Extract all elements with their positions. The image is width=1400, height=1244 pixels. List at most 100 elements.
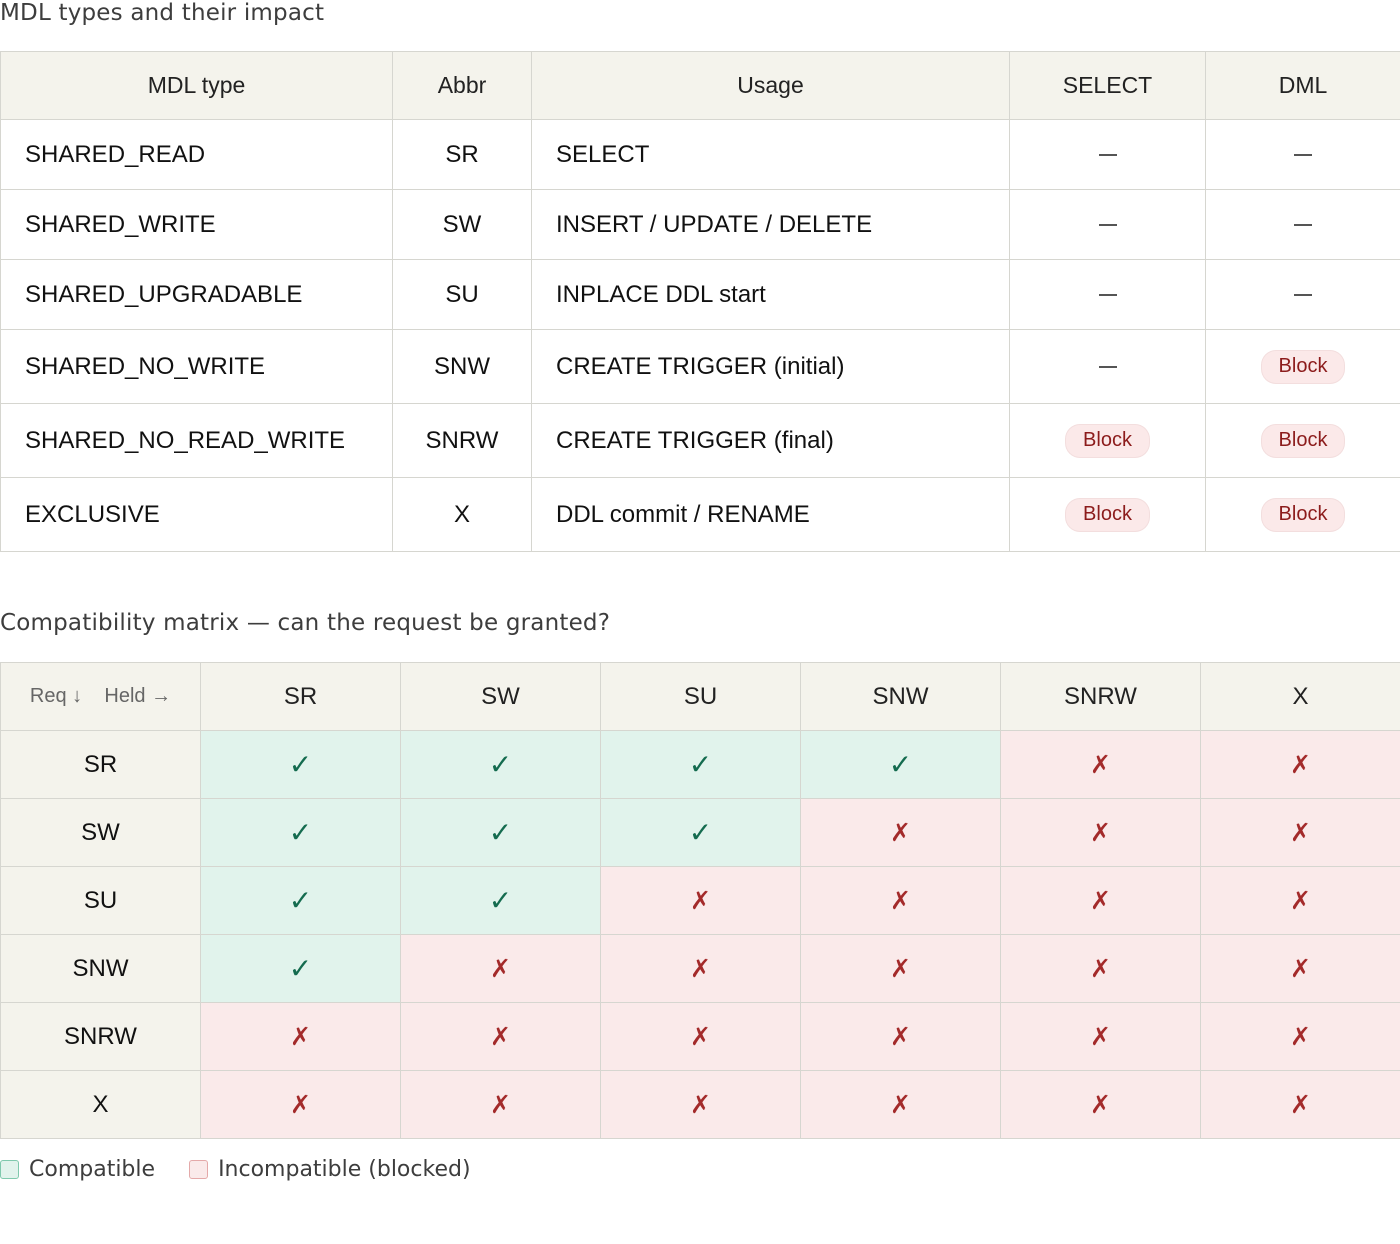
compatible-cell: ✓ (200, 934, 401, 1003)
matrix-row: SW ✓ ✓ ✓ ✗ ✗ ✗ (0, 798, 1400, 867)
no-impact-dash (1098, 294, 1117, 296)
check-icon: ✓ (288, 884, 313, 917)
incompatible-cell: ✗ (600, 1002, 801, 1071)
cross-icon: ✗ (690, 954, 711, 983)
mdl-types-table: MDL type Abbr Usage SELECT DML SHARED_RE… (0, 51, 1400, 552)
matrix-row-header: SNW (0, 934, 201, 1003)
cross-icon: ✗ (490, 1022, 511, 1051)
incompatible-cell: ✗ (200, 1002, 401, 1071)
incompatible-cell: ✗ (1200, 1002, 1400, 1071)
block-badge: Block (1261, 498, 1345, 531)
matrix-row: SR ✓ ✓ ✓ ✓ ✗ ✗ (0, 730, 1400, 799)
abbr-cell: SNW (392, 329, 532, 404)
no-impact-dash (1098, 154, 1117, 156)
cross-icon: ✗ (1090, 818, 1111, 847)
check-icon: ✓ (488, 884, 513, 917)
block-badge: Block (1066, 424, 1149, 457)
cross-icon: ✗ (490, 1090, 511, 1119)
usage-cell: DDL commit / RENAME (531, 477, 1010, 552)
legend-item-compatible: Compatible (0, 1157, 155, 1182)
check-icon: ✓ (488, 748, 513, 781)
section-title-mdl-types: MDL types and their impact (0, 0, 325, 26)
cross-icon: ✗ (1090, 1090, 1111, 1119)
no-impact-dash (1294, 154, 1312, 156)
incompatible-cell: ✗ (400, 934, 601, 1003)
incompatible-cell: ✗ (1000, 934, 1201, 1003)
check-icon: ✓ (288, 816, 313, 849)
mdl-type-cell: SHARED_NO_WRITE (0, 329, 393, 404)
mdl-table-row: SHARED_UPGRADABLE SU INPLACE DDL start (0, 259, 1400, 330)
no-impact-dash (1294, 294, 1312, 296)
dml-impact-cell (1205, 119, 1400, 190)
compatible-cell: ✓ (400, 730, 601, 799)
mdl-table-row: EXCLUSIVE X DDL commit / RENAME Block Block (0, 477, 1400, 552)
matrix-row-header: SU (0, 866, 201, 935)
matrix-header-row: Req ↓ Held → SR SW SU SNW SNRW X (0, 662, 1400, 731)
compatible-swatch (0, 1160, 19, 1179)
mdl-table-row: SHARED_NO_WRITE SNW CREATE TRIGGER (initia… (0, 329, 1400, 404)
column-header-abbr: Abbr (392, 51, 532, 120)
compatible-cell: ✓ (200, 866, 401, 935)
mdl-type-cell: SHARED_READ (0, 119, 393, 190)
no-impact-dash (1098, 224, 1117, 226)
cross-icon: ✗ (1090, 1022, 1111, 1051)
compatible-cell: ✓ (800, 730, 1001, 799)
cross-icon: ✗ (890, 886, 911, 915)
abbr-cell: SU (392, 259, 532, 330)
select-impact-cell (1009, 329, 1206, 404)
matrix-row-header: SNRW (0, 1002, 201, 1071)
compatibility-matrix: Req ↓ Held → SR SW SU SNW SNRW X SR ✓ ✓ ✓ ✓ ✗ ✗ SW ✓ ✓… (0, 662, 1400, 1139)
cross-icon: ✗ (1290, 750, 1311, 779)
incompatible-swatch (189, 1160, 209, 1179)
cross-icon: ✗ (690, 886, 711, 915)
cross-icon: ✗ (1290, 954, 1311, 983)
incompatible-cell: ✗ (1000, 866, 1201, 935)
matrix-row: SNW ✓ ✗ ✗ ✗ ✗ ✗ (0, 934, 1400, 1003)
cross-icon: ✗ (1290, 1022, 1311, 1051)
check-icon: ✓ (288, 748, 313, 781)
select-impact-cell (1009, 119, 1206, 190)
incompatible-cell: ✗ (600, 866, 801, 935)
incompatible-cell: ✗ (800, 1002, 1001, 1071)
mdl-table-row: SHARED_NO_READ_WRITE SNRW CREATE TRIGGER (… (0, 403, 1400, 478)
cross-icon: ✗ (1290, 886, 1311, 915)
legend-label-incompatible: Incompatible (blocked) (218, 1157, 471, 1182)
matrix-column-header-sw: SW (400, 662, 601, 731)
mdl-type-cell: SHARED_NO_READ_WRITE (0, 403, 393, 478)
mdl-type-cell: SHARED_UPGRADABLE (0, 259, 393, 330)
incompatible-cell: ✗ (1200, 934, 1400, 1003)
matrix-column-header-sr: SR (200, 662, 401, 731)
cross-icon: ✗ (490, 954, 511, 983)
incompatible-cell: ✗ (1200, 866, 1400, 935)
cross-icon: ✗ (890, 1090, 911, 1119)
matrix-row-header: SW (0, 798, 201, 867)
cross-icon: ✗ (690, 1022, 711, 1051)
incompatible-cell: ✗ (800, 866, 1001, 935)
incompatible-cell: ✗ (800, 1070, 1001, 1139)
column-header-usage: Usage (531, 51, 1010, 120)
corner-held-label: Held → (104, 685, 172, 707)
abbr-cell: X (392, 477, 532, 552)
cross-icon: ✗ (290, 1022, 311, 1051)
dml-impact-cell (1205, 259, 1400, 330)
cross-icon: ✗ (290, 1090, 311, 1119)
cross-icon: ✗ (1090, 886, 1111, 915)
select-impact-cell (1009, 189, 1206, 260)
dml-impact-cell: Block (1205, 329, 1400, 404)
cross-icon: ✗ (890, 1022, 911, 1051)
matrix-column-header-su: SU (600, 662, 801, 731)
column-header-select: SELECT (1009, 51, 1206, 120)
matrix-row: SU ✓ ✓ ✗ ✗ ✗ ✗ (0, 866, 1400, 935)
matrix-column-header-snrw: SNRW (1000, 662, 1201, 731)
abbr-cell: SR (392, 119, 532, 190)
incompatible-cell: ✗ (1200, 798, 1400, 867)
abbr-cell: SW (392, 189, 532, 260)
no-impact-dash (1294, 224, 1312, 226)
matrix-row: X ✗ ✗ ✗ ✗ ✗ ✗ (0, 1070, 1400, 1139)
matrix-column-header-snw: SNW (800, 662, 1001, 731)
dml-impact-cell (1205, 189, 1400, 260)
matrix-row: SNRW ✗ ✗ ✗ ✗ ✗ ✗ (0, 1002, 1400, 1071)
no-impact-dash (1098, 366, 1117, 368)
column-header-mdl-type: MDL type (0, 51, 393, 120)
incompatible-cell: ✗ (1200, 730, 1400, 799)
